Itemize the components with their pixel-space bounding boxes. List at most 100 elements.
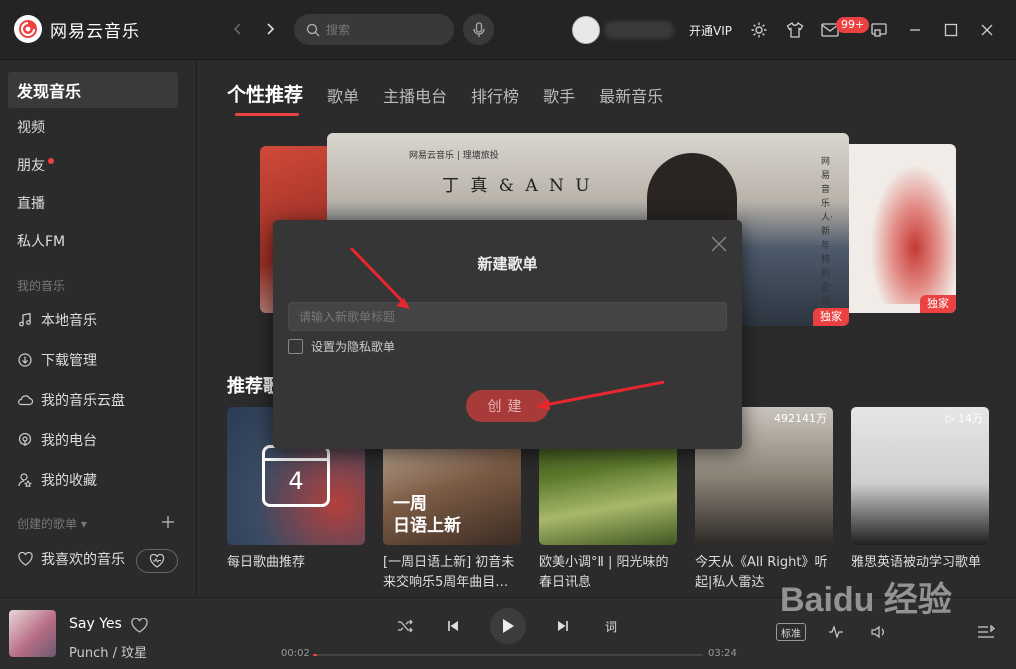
dialog-title: 新建歌单 xyxy=(477,255,538,273)
sidebar-item-radio[interactable]: 我的电台 xyxy=(8,422,178,458)
maximize-icon xyxy=(944,23,958,37)
gear-icon xyxy=(751,22,767,38)
banner-header-text: 网易云音乐 | 理塘旅投 xyxy=(409,151,499,161)
sidebar-item-local-music[interactable]: 本地音乐 xyxy=(8,302,178,338)
sidebar-item-favorites[interactable]: 我的收藏 xyxy=(8,462,178,498)
forward-button[interactable] xyxy=(259,18,281,40)
playlist-queue-button[interactable] xyxy=(977,624,995,640)
cover-text: 一周 日语上新 xyxy=(393,494,461,536)
sidebar-item-label: 我喜欢的音乐 xyxy=(41,552,125,568)
sidebar-item-label: 发现音乐 xyxy=(17,82,82,101)
close-window-button[interactable] xyxy=(976,19,998,41)
plus-icon xyxy=(162,516,174,528)
tab-personal-recommend[interactable]: 个性推荐 xyxy=(227,80,303,116)
song-artist[interactable]: Punch / 玟星 xyxy=(69,642,147,661)
heart-icon xyxy=(130,617,148,633)
playlist-caption[interactable]: 欧美小调°Ⅱ | 阳光味的春日讯息 xyxy=(539,553,679,593)
voice-search-button[interactable] xyxy=(463,14,494,45)
add-playlist-button[interactable] xyxy=(162,512,174,533)
create-button[interactable]: 创建 xyxy=(466,390,549,422)
equalizer-icon xyxy=(829,625,843,639)
exclusive-badge: 独家 xyxy=(813,308,849,326)
play-count: ▷ 14万 xyxy=(946,412,983,425)
message-count-badge: 99+ xyxy=(836,17,870,33)
username-blurred[interactable] xyxy=(604,21,674,39)
tab-playlists[interactable]: 歌单 xyxy=(327,83,359,107)
minimize-button[interactable] xyxy=(904,19,926,41)
shuffle-button[interactable] xyxy=(396,617,414,635)
sidebar-item-live[interactable]: 直播 xyxy=(8,185,178,221)
heartbeat-icon xyxy=(149,554,165,568)
mini-mode-button[interactable] xyxy=(868,19,890,41)
sidebar-item-label: 我的音乐云盘 xyxy=(41,393,125,409)
playlist-title-input[interactable] xyxy=(288,302,727,331)
search-icon xyxy=(306,23,320,36)
progress-bar[interactable] xyxy=(313,654,703,656)
next-button[interactable] xyxy=(554,617,572,635)
radio-icon xyxy=(17,432,33,448)
play-button[interactable] xyxy=(490,608,526,644)
title-bar: 网易云音乐 开通VIP 99+ xyxy=(0,0,1016,60)
back-button[interactable] xyxy=(227,18,249,40)
microphone-icon xyxy=(472,21,485,37)
playlist-card-ielts[interactable]: ▷ 14万 xyxy=(851,407,989,545)
download-icon xyxy=(17,352,33,368)
banner-title: 丁 真 & A N U xyxy=(442,176,593,196)
sidebar-item-label: 本地音乐 xyxy=(41,313,97,329)
dialog-close-button[interactable] xyxy=(710,235,728,253)
search-box[interactable] xyxy=(294,14,454,45)
search-input[interactable] xyxy=(326,17,436,42)
song-title[interactable]: Say Yes xyxy=(69,616,122,632)
vip-link[interactable]: 开通VIP xyxy=(689,22,732,39)
sidebar-item-video[interactable]: 视频 xyxy=(8,109,178,145)
sidebar-item-discover[interactable]: 发现音乐 xyxy=(8,72,178,108)
settings-button[interactable] xyxy=(748,19,770,41)
sidebar-item-friends[interactable]: 朋友 xyxy=(8,147,178,183)
tab-artists[interactable]: 歌手 xyxy=(543,83,575,107)
new-playlist-dialog: 新建歌单 设置为隐私歌单 创建 xyxy=(273,220,742,449)
baidu-watermark: Baidu 经验 xyxy=(780,575,970,627)
playlist-caption[interactable]: 每日歌曲推荐 xyxy=(227,553,367,573)
close-icon xyxy=(981,24,993,36)
user-avatar[interactable] xyxy=(572,16,600,44)
privacy-option[interactable]: 设置为隐私歌单 xyxy=(288,338,395,355)
like-button[interactable] xyxy=(130,616,148,634)
tab-charts[interactable]: 排行榜 xyxy=(471,83,519,107)
chevron-left-icon xyxy=(233,23,241,35)
my-music-section-title: 我的音乐 xyxy=(17,279,66,293)
skip-back-icon xyxy=(448,621,458,631)
tshirt-icon xyxy=(786,21,804,38)
cloud-icon xyxy=(17,392,33,408)
playlist-caption[interactable]: [一周日语上新] 初音未来交响乐5周年曲目… xyxy=(383,553,523,593)
play-icon xyxy=(503,619,514,633)
privacy-checkbox[interactable] xyxy=(288,339,303,354)
mini-player-icon xyxy=(871,23,887,37)
sidebar-item-label: 视频 xyxy=(17,120,45,136)
shuffle-icon xyxy=(398,619,413,633)
sidebar-item-label: 朋友 xyxy=(17,158,45,174)
calendar-icon: 4 xyxy=(262,445,330,507)
created-playlists-title[interactable]: 创建的歌单 ▾ xyxy=(17,515,87,532)
exclusive-badge: 独家 xyxy=(920,295,956,313)
user-star-icon xyxy=(17,472,33,488)
skip-forward-icon xyxy=(558,621,568,631)
sidebar-item-fm[interactable]: 私人FM xyxy=(8,223,178,259)
sidebar-item-label: 下载管理 xyxy=(41,353,97,369)
skin-button[interactable] xyxy=(784,19,806,41)
current-time: 00:02 xyxy=(281,648,310,659)
sidebar: 发现音乐 视频 朋友 直播 私人FM 我的音乐 本地音乐 下载管理 我的音乐云盘… xyxy=(0,60,197,596)
maximize-button[interactable] xyxy=(940,19,962,41)
app-logo[interactable]: 网易云音乐 xyxy=(14,15,140,43)
heartbeat-mode-button[interactable] xyxy=(136,549,178,573)
netease-logo-icon xyxy=(14,15,42,43)
app-title: 网易云音乐 xyxy=(50,21,140,42)
sidebar-item-cloud[interactable]: 我的音乐云盘 xyxy=(8,382,178,418)
tab-radio[interactable]: 主播电台 xyxy=(383,83,447,107)
album-cover[interactable] xyxy=(9,610,56,657)
sidebar-item-downloads[interactable]: 下载管理 xyxy=(8,342,178,378)
previous-button[interactable] xyxy=(444,617,462,635)
tab-new-music[interactable]: 最新音乐 xyxy=(599,83,663,107)
discover-tabs: 个性推荐 歌单 主播电台 排行榜 歌手 最新音乐 xyxy=(227,80,687,116)
playlist-caption[interactable]: 雅思英语被动学习歌单 xyxy=(851,553,991,573)
lyrics-button[interactable]: 词 xyxy=(602,617,620,635)
